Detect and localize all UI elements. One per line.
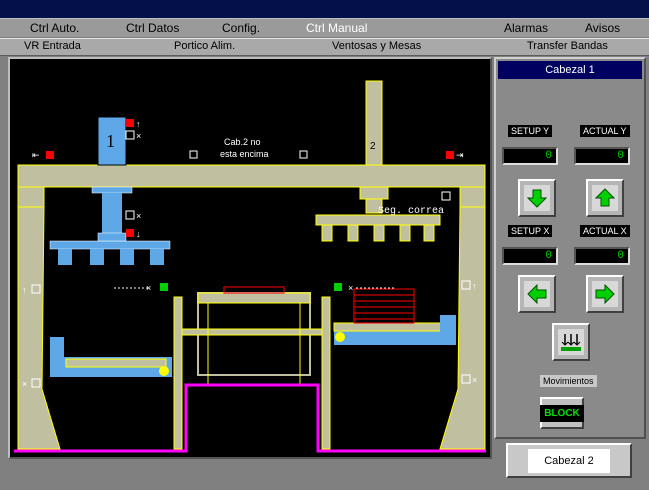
actual-y-value: 0 [574, 147, 630, 165]
svg-text:⇤: ⇤ [32, 150, 40, 160]
svg-text:↑: ↑ [22, 285, 27, 295]
cabezal2-button-label: Cabezal 2 [528, 448, 610, 473]
svg-text:⇥: ⇥ [456, 150, 464, 160]
block-button[interactable]: BLOCK [540, 397, 584, 429]
submenu-portico-alim[interactable]: Portico Alim. [174, 40, 235, 52]
head1-up-indicator [126, 119, 134, 127]
svg-text:×: × [146, 283, 151, 293]
setup-y-value[interactable]: 0 [502, 147, 558, 165]
menu-config[interactable]: Config. [222, 21, 260, 35]
status-message-line2: esta encima [220, 149, 269, 159]
head2-column [365, 80, 383, 166]
head1-down-indicator [126, 229, 134, 237]
submenu-transfer-bandas[interactable]: Transfer Bandas [527, 40, 608, 52]
arrow-left-icon [524, 281, 550, 307]
svg-text:×: × [348, 283, 353, 293]
menu-avisos[interactable]: Avisos [585, 21, 620, 35]
arrow-right-icon [592, 281, 618, 307]
pit-outline [14, 383, 486, 453]
machine-schematic: 1 ↑ × × ↓ ⇤ ⇥ Cab.2 no esta encima 2 Seg… [8, 57, 492, 459]
stack-right [353, 288, 415, 324]
setup-x-value[interactable]: 0 [502, 247, 558, 265]
movements-label: Movimientos [540, 375, 597, 387]
move-up-button[interactable] [586, 179, 624, 217]
block-button-label: BLOCK [540, 404, 584, 422]
right-limit-indicator [446, 151, 454, 159]
arrow-up-icon [592, 185, 618, 211]
title-bar [0, 0, 649, 19]
control-panel: Cabezal 1 SETUP Y ACTUAL Y 0 0 SETUP X A… [494, 57, 646, 439]
status-message-line1: Cab.2 no [224, 137, 261, 147]
move-right-button[interactable] [586, 275, 624, 313]
cabezal2-button[interactable]: Cabezal 2 [506, 443, 632, 478]
menu-ctrl-manual[interactable]: Ctrl Manual [306, 21, 367, 35]
svg-text:×: × [22, 379, 27, 389]
actual-y-label: ACTUAL Y [580, 125, 630, 137]
svg-text:×: × [472, 375, 477, 385]
belt-label: Seg. correa [378, 206, 444, 217]
submenu-vr-entrada[interactable]: VR Entrada [24, 40, 81, 52]
move-left-button[interactable] [518, 275, 556, 313]
left-leg [17, 186, 61, 450]
gantry-beam [17, 164, 486, 188]
svg-text:×: × [136, 211, 141, 221]
head1-number: 1 [106, 131, 115, 151]
svg-text:↑: ↑ [136, 119, 141, 129]
submenu-bar: VR Entrada Portico Alim. Ventosas y Mesa… [0, 38, 649, 56]
menu-ctrl-datos[interactable]: Ctrl Datos [126, 21, 179, 35]
actual-x-label: ACTUAL X [580, 225, 630, 237]
menu-alarmas[interactable]: Alarmas [504, 21, 548, 35]
movements-icon [558, 329, 584, 355]
actual-x-value: 0 [574, 247, 630, 265]
menu-ctrl-auto[interactable]: Ctrl Auto. [30, 21, 79, 35]
setup-x-label: SETUP X [508, 225, 553, 237]
svg-text:↓: ↓ [136, 229, 141, 239]
svg-text:↑: ↑ [472, 281, 477, 291]
svg-text:×: × [136, 131, 141, 141]
move-down-button[interactable] [518, 179, 556, 217]
submenu-ventosas-mesas[interactable]: Ventosas y Mesas [332, 40, 421, 52]
panel-title: Cabezal 1 [498, 61, 642, 79]
head2-number: 2 [370, 141, 376, 152]
arrow-down-icon [524, 185, 550, 211]
setup-y-label: SETUP Y [508, 125, 553, 137]
menu-bar: Ctrl Auto. Ctrl Datos Config. Ctrl Manua… [0, 19, 649, 37]
left-limit-indicator [46, 151, 54, 159]
movements-toggle-button[interactable] [552, 323, 590, 361]
